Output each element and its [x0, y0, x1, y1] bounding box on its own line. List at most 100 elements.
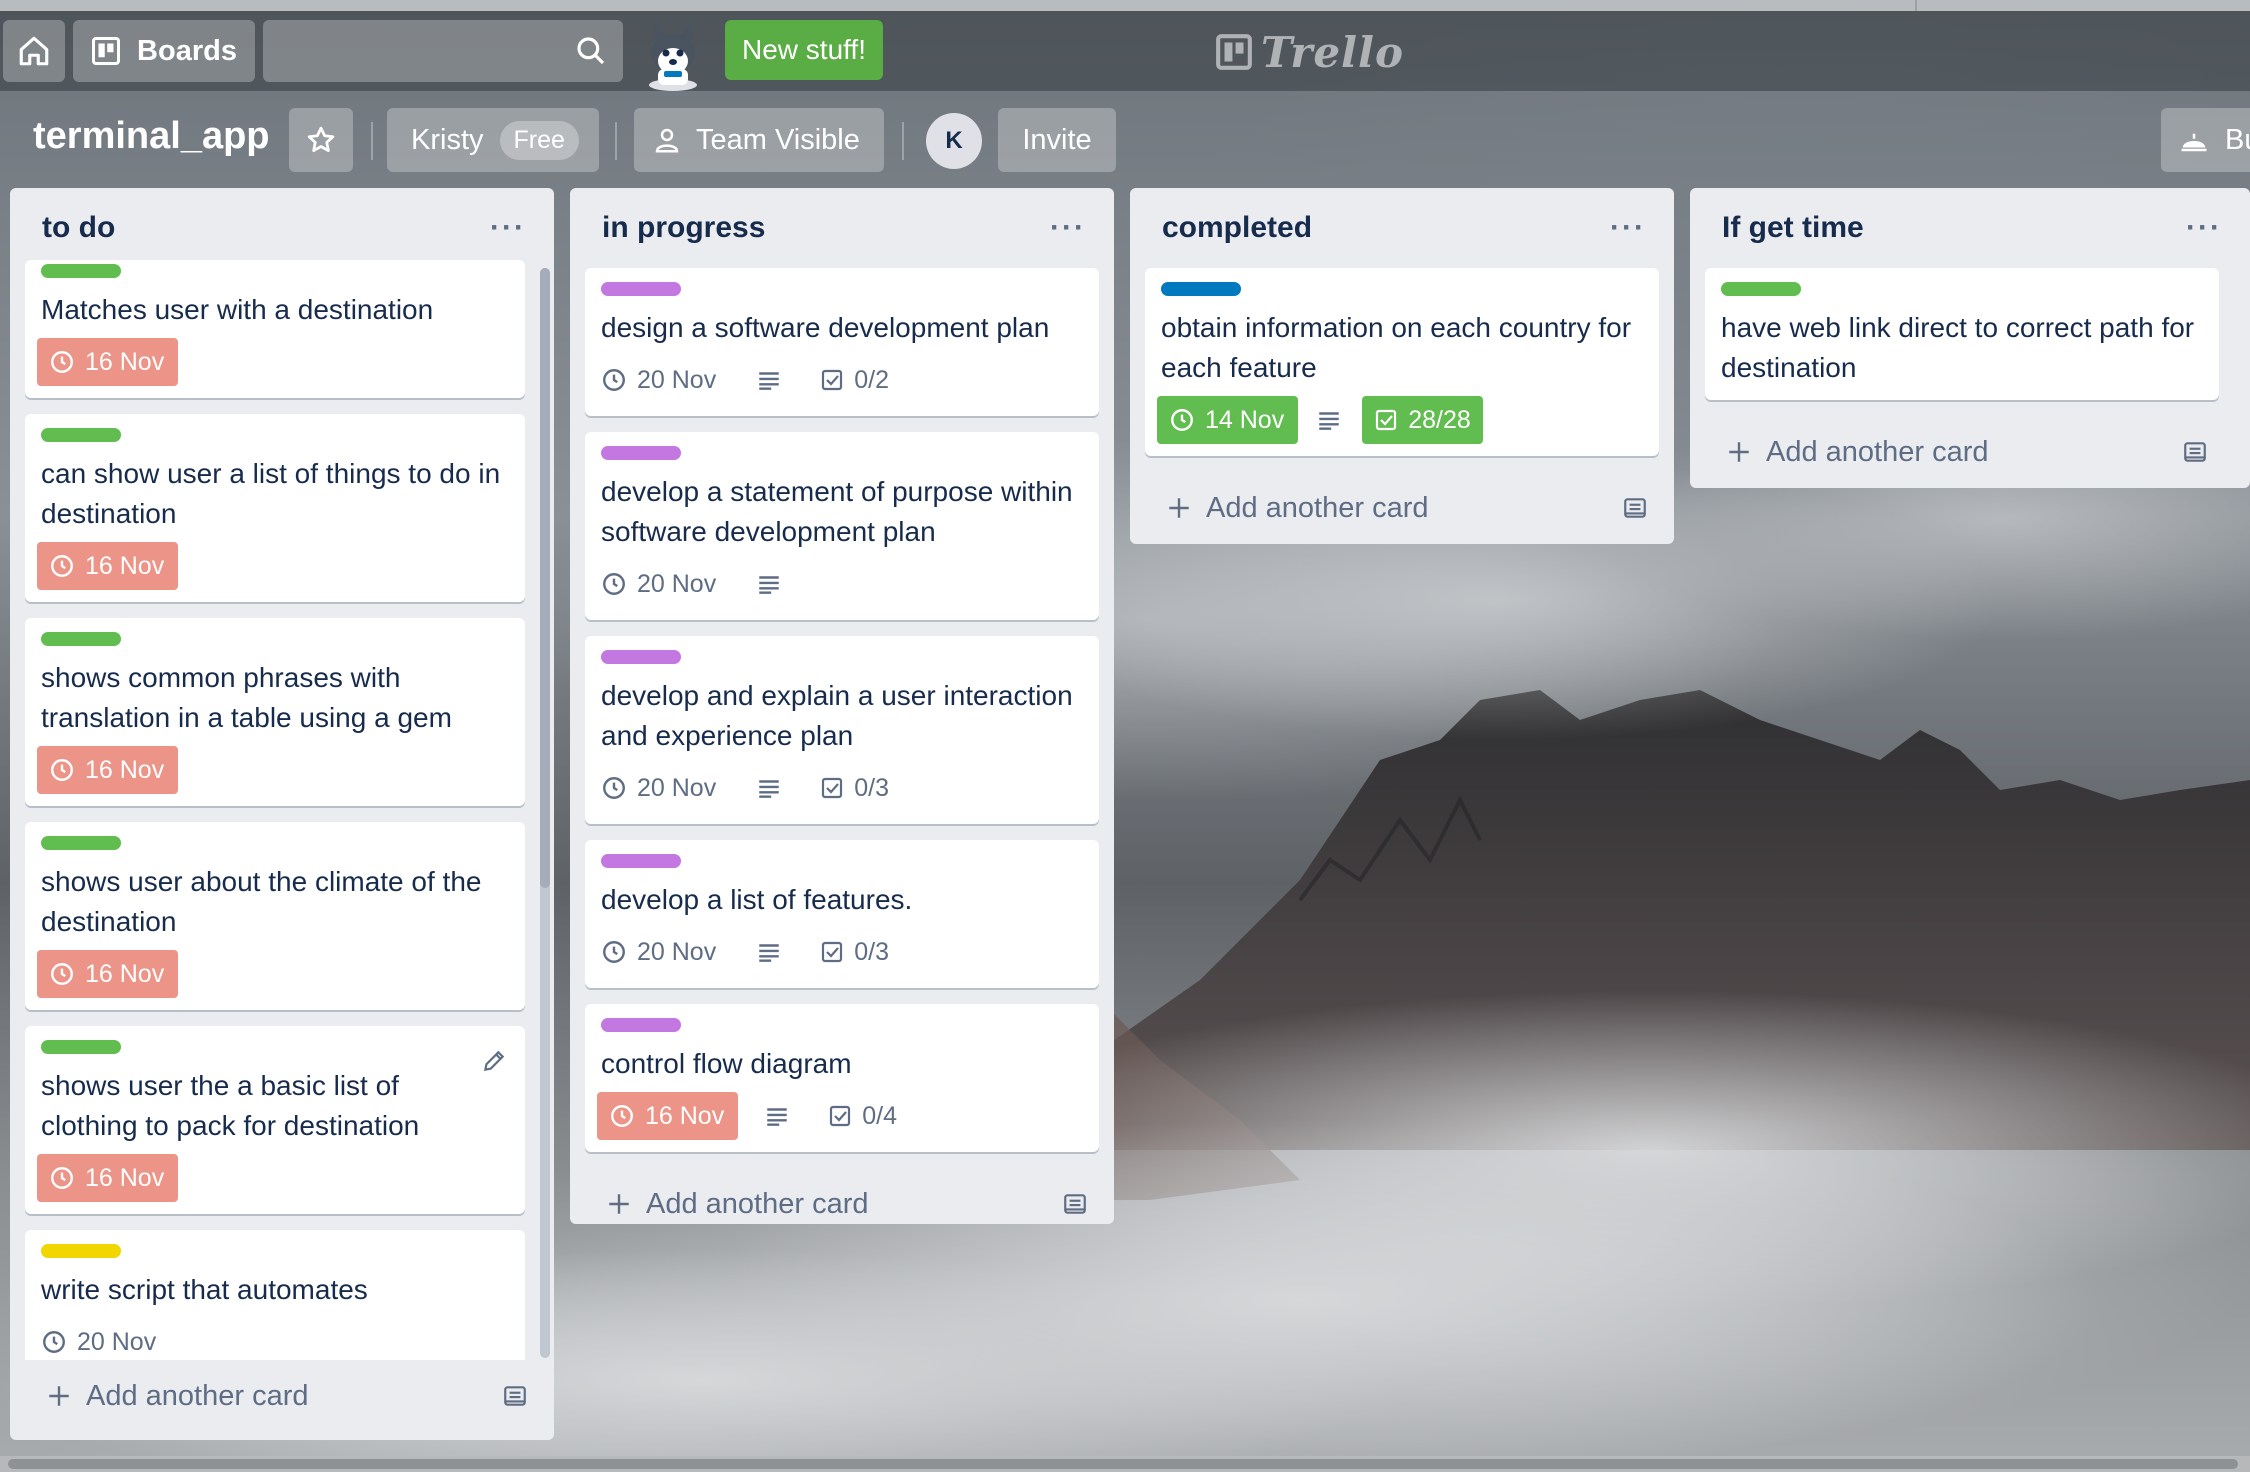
list-menu-button[interactable]: ··· [1610, 211, 1646, 245]
list-header[interactable]: If get time ··· [1690, 188, 2250, 268]
card-label[interactable] [1161, 282, 1241, 296]
scrollbar-thumb[interactable] [540, 268, 550, 888]
due-date-badge[interactable]: 16 Nov [37, 950, 179, 998]
card-title: have web link direct to correct path for… [1721, 312, 2195, 383]
card-label[interactable] [601, 854, 681, 868]
card-template-icon[interactable] [2182, 439, 2208, 465]
list-menu-button[interactable]: ··· [490, 211, 526, 245]
card-container: Matches user with a destination 16 Nov c… [10, 260, 540, 1360]
horizontal-scrollbar[interactable] [0, 1456, 2250, 1472]
add-card-button[interactable]: Add another card [1130, 472, 1674, 544]
due-date-badge[interactable]: 20 Nov [597, 356, 730, 404]
card[interactable]: develop and explain a user interaction a… [585, 636, 1099, 824]
clock-icon [603, 369, 625, 391]
card-label[interactable] [601, 282, 681, 296]
taco-mascot-icon[interactable] [636, 19, 710, 93]
trello-logo[interactable]: Trello [1215, 27, 1404, 77]
due-date-badge[interactable]: 16 Nov [37, 1154, 179, 1202]
list-header[interactable]: to do ··· [10, 188, 554, 268]
due-date-badge[interactable]: 16 Nov [37, 542, 179, 590]
due-date-badge[interactable]: 20 Nov [597, 764, 730, 812]
card[interactable]: design a software development plan 20 No… [585, 268, 1099, 416]
due-date-text: 16 Nov [85, 755, 165, 784]
description-icon [1316, 407, 1342, 433]
butler-icon [2181, 133, 2207, 152]
list-scrollbar[interactable] [540, 268, 550, 1358]
card[interactable]: write script that automates 20 Nov [25, 1230, 525, 1360]
card[interactable]: shows user the a basic list of clothing … [25, 1026, 525, 1214]
visibility-button[interactable]: Team Visible [634, 108, 884, 172]
description-icon [756, 571, 782, 597]
card-template-icon[interactable] [1062, 1191, 1088, 1217]
due-date-badge[interactable]: 14 Nov [1157, 396, 1299, 444]
workspace-button[interactable]: Kristy Free [387, 108, 599, 172]
scrollbar-thumb[interactable] [8, 1459, 2238, 1469]
card[interactable]: Matches user with a destination 16 Nov [25, 260, 525, 398]
card[interactable]: develop a statement of purpose within so… [585, 432, 1099, 620]
plus-icon [609, 1194, 629, 1214]
card-label[interactable] [601, 650, 681, 664]
add-card-button[interactable]: Add another card [570, 1168, 1114, 1240]
card-title: can show user a list of things to do in … [41, 458, 501, 529]
card-label[interactable] [1721, 282, 1801, 296]
card[interactable]: can show user a list of things to do in … [25, 414, 525, 602]
star-board-button[interactable] [289, 108, 353, 172]
plan-badge: Free [499, 120, 579, 160]
due-date-badge[interactable]: 20 Nov [37, 1318, 170, 1360]
card-label[interactable] [601, 446, 681, 460]
home-icon [19, 36, 49, 66]
card[interactable]: shows user about the climate of the dest… [25, 822, 525, 1010]
list-header[interactable]: in progress ··· [570, 188, 1114, 268]
new-stuff-button[interactable]: New stuff! [725, 20, 883, 80]
card-template-icon[interactable] [1622, 495, 1648, 521]
card-label[interactable] [601, 1018, 681, 1032]
card-label[interactable] [41, 264, 121, 278]
card-label[interactable] [41, 632, 121, 646]
toolbar-separator [615, 122, 617, 160]
card[interactable]: shows common phrases with translation in… [25, 618, 525, 806]
boards-button[interactable]: Boards [73, 20, 255, 82]
card-title: write script that automates [41, 1274, 368, 1305]
add-card-button[interactable]: Add another card [10, 1360, 554, 1432]
due-date-badge[interactable]: 16 Nov [597, 1092, 739, 1140]
butler-button[interactable]: Bu [2161, 108, 2250, 172]
card[interactable]: develop a list of features. 20 Nov 0/3 [585, 840, 1099, 988]
due-date-badge[interactable]: 20 Nov [597, 560, 730, 608]
due-date-badge[interactable]: 20 Nov [597, 928, 730, 976]
board-title[interactable]: terminal_app [33, 115, 270, 158]
card-label[interactable] [41, 1040, 121, 1054]
add-card-button[interactable]: Add another card [1690, 416, 2234, 488]
card[interactable]: have web link direct to correct path for… [1705, 268, 2219, 400]
card-label[interactable] [41, 428, 121, 442]
pencil-edit-icon[interactable] [481, 1048, 507, 1074]
card-title: design a software development plan [601, 312, 1050, 343]
search-input[interactable] [263, 20, 623, 82]
card[interactable]: control flow diagram 16 Nov 0/4 [585, 1004, 1099, 1152]
card-title: develop a statement of purpose within so… [601, 476, 1073, 547]
butler-label: Bu [2225, 123, 2250, 156]
window-divider [1915, 0, 1917, 11]
star-icon [307, 126, 335, 152]
list-in-progress: in progress ··· design a software develo… [570, 188, 1114, 1224]
card-title: obtain information on each country for e… [1161, 312, 1632, 383]
list-menu-button[interactable]: ··· [2186, 211, 2222, 245]
card-badges: 16 Nov [37, 746, 509, 794]
due-date-text: 20 Nov [77, 1327, 157, 1356]
list-header[interactable]: completed ··· [1130, 188, 1674, 268]
home-button[interactable] [3, 20, 65, 82]
clock-icon [611, 1105, 633, 1127]
list-menu-button[interactable]: ··· [1050, 211, 1086, 245]
card-title: shows common phrases with translation in… [41, 662, 452, 733]
card-label[interactable] [41, 836, 121, 850]
due-date-badge[interactable]: 16 Nov [37, 746, 179, 794]
due-date-text: 20 Nov [637, 569, 717, 598]
checklist-count: 28/28 [1408, 405, 1471, 434]
boards-icon [92, 37, 121, 65]
add-card-label: Add another card [1766, 435, 1989, 468]
card[interactable]: obtain information on each country for e… [1145, 268, 1659, 456]
card-label[interactable] [41, 1244, 121, 1258]
member-avatar[interactable]: K [926, 113, 982, 169]
due-date-badge[interactable]: 16 Nov [37, 338, 179, 386]
card-template-icon[interactable] [502, 1383, 528, 1409]
invite-button[interactable]: Invite [998, 108, 1116, 172]
